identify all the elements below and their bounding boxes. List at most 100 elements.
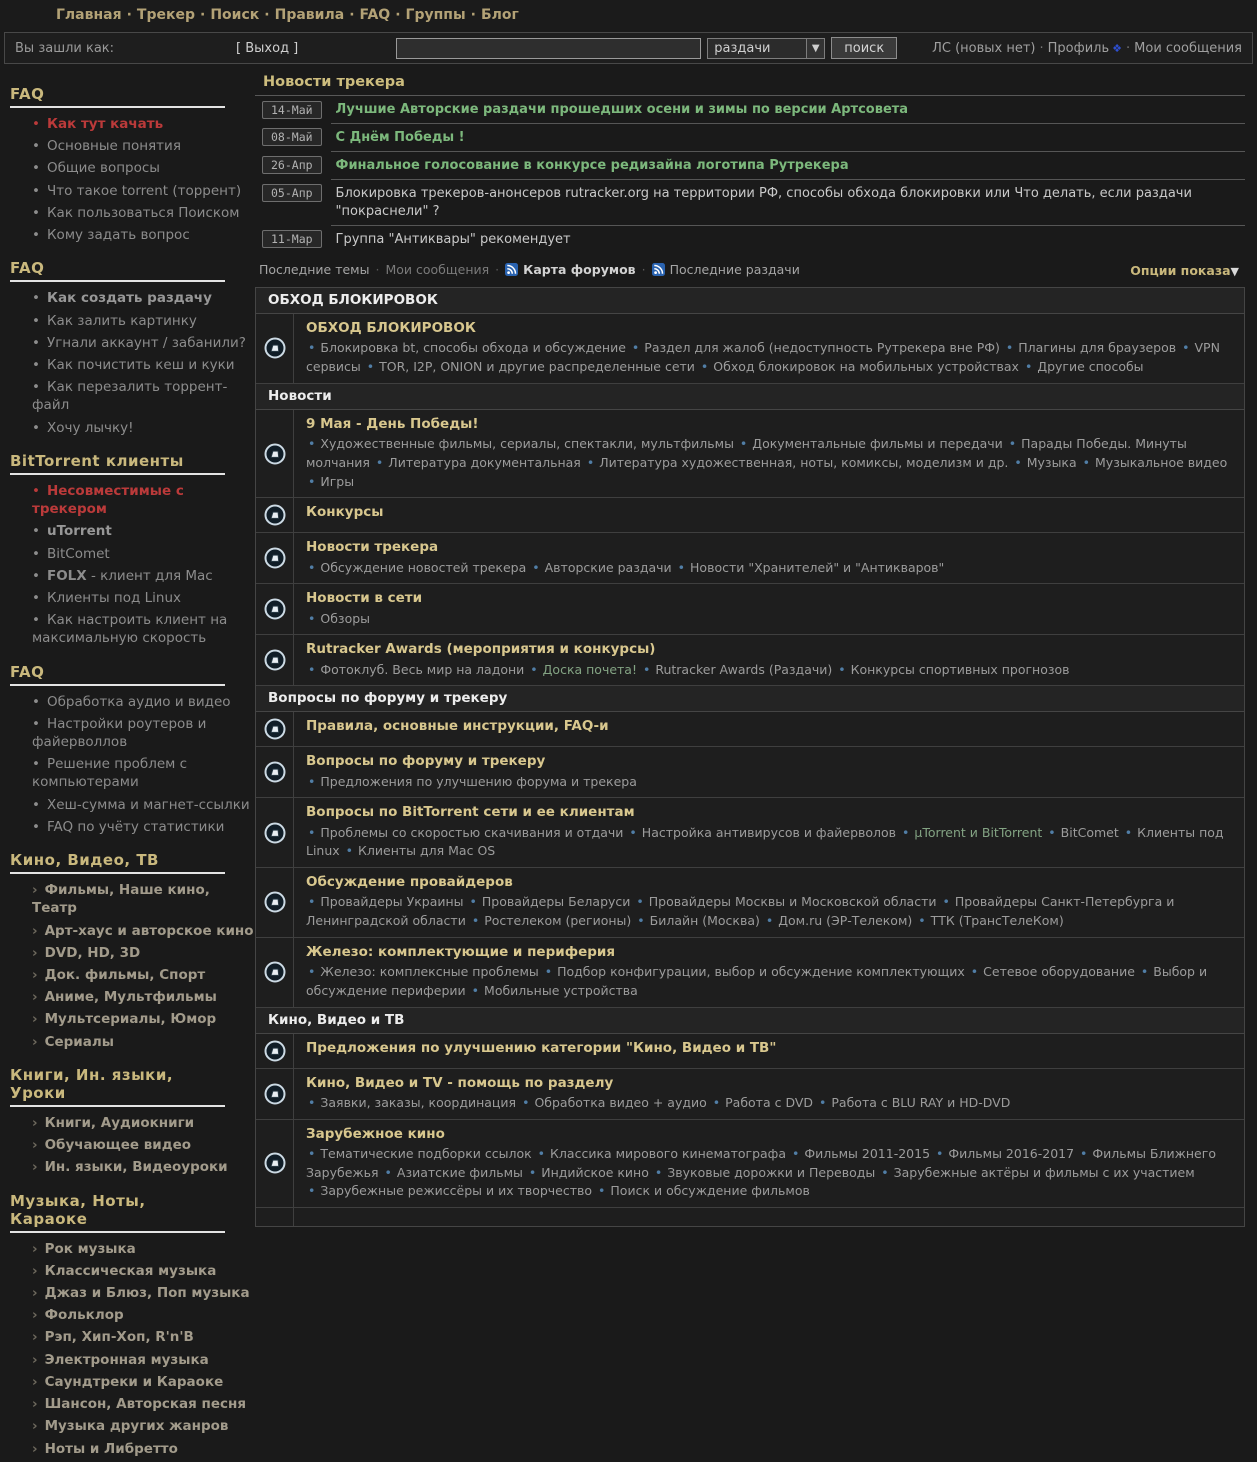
search-input[interactable] [396,38,701,59]
sidebar-link[interactable]: Сериалы [45,1034,114,1050]
subforum-link[interactable]: Документальные фильмы и передачи [752,436,1003,451]
sidebar-link[interactable]: Как настроить клиент на максимальную ско… [32,612,227,646]
sidebar-link[interactable]: uTorrent [47,523,112,539]
sidebar-link[interactable]: Книги, Аудиокниги [45,1115,195,1131]
forum-link[interactable]: Обсуждение провайдеров [306,874,513,890]
subforum-link[interactable]: Работа с DVD [725,1095,813,1110]
search-button[interactable]: поиск [831,37,897,59]
forum-link[interactable]: Предложения по улучшению категории "Кино… [306,1040,776,1056]
subforum-link[interactable]: Железо: комплексные проблемы [320,964,538,979]
subforum-link[interactable]: Ростелеком (регионы) [484,913,631,928]
subforum-link[interactable]: Дом.ru (ЭР-Телеком) [778,913,912,928]
sidebar-link[interactable]: Шансон, Авторская песня [45,1396,246,1412]
subforum-link[interactable]: Новости "Хранителей" и "Антикваров" [690,560,944,575]
profile-link[interactable]: Профиль [1048,41,1110,56]
subforum-link[interactable]: Азиатские фильмы [397,1165,523,1180]
sidebar-link[interactable]: BitComet [47,546,110,562]
subforum-link[interactable]: Музыка [1027,455,1077,470]
top-nav-link[interactable]: Трекер [137,7,195,23]
sidebar-link[interactable]: Фильмы, Наше кино, Театр [32,882,210,916]
subforum-link[interactable]: Игры [320,474,354,489]
top-nav-link[interactable]: Группы [406,7,466,23]
sidebar-link[interactable]: Угнали аккаунт / забанили? [47,335,246,351]
display-options-button[interactable]: Опции показа▼ [1130,263,1239,278]
subforum-link[interactable]: Предложения по улучшению форума и трекер… [320,774,637,789]
subforum-link[interactable]: Доска почета! [543,662,637,677]
toolbar-link[interactable]: Карта форумов [523,262,635,277]
subforum-link[interactable]: Обзоры [320,611,370,626]
sidebar-link[interactable]: Док. фильмы, Спорт [45,967,206,983]
subforum-link[interactable]: Провайдеры Москвы и Московской области [649,894,937,909]
subforum-link[interactable]: Заявки, заказы, координация [320,1095,516,1110]
top-nav-link[interactable]: Блог [481,7,519,23]
my-messages-link[interactable]: Мои сообщения [1134,41,1242,56]
sidebar-link[interactable]: Как перезалить торрент-файл [32,379,227,413]
logout-link[interactable]: [ Выход ] [236,41,298,56]
sidebar-link[interactable]: Как тут качать [47,116,163,132]
toolbar-link[interactable]: Мои сообщения [385,262,489,277]
top-nav-link[interactable]: Главная [56,7,122,23]
subforum-link[interactable]: ТТК (ТрансТелеКом) [931,913,1064,928]
subforum-link[interactable]: Обход блокировок на мобильных устройства… [713,359,1019,374]
subforum-link[interactable]: BitComet [1061,825,1119,840]
sidebar-link[interactable]: Арт-хаус и авторское кино [45,923,254,939]
sidebar-link[interactable]: FAQ по учёту статистики [47,819,224,835]
forum-link[interactable]: Железо: комплектующие и периферия [306,944,615,960]
private-messages-link[interactable]: ЛС (новых нет) [932,41,1035,56]
forum-link[interactable]: Вопросы по форуму и трекеру [306,753,545,769]
sidebar-link[interactable]: Кому задать вопрос [47,227,190,243]
subforum-link[interactable]: Звуковые дорожки и Переводы [667,1165,875,1180]
subforum-link[interactable]: Настройка антивирусов и файерволов [642,825,896,840]
subforum-link[interactable]: Сетевое оборудование [983,964,1135,979]
subforum-link[interactable]: Провайдеры Украины [320,894,463,909]
sidebar-link[interactable]: Обучающее видео [45,1137,191,1153]
subforum-link[interactable]: Авторские раздачи [545,560,672,575]
top-nav-link[interactable]: Поиск [210,7,259,23]
subforum-link[interactable]: Клиенты для Mac OS [358,843,495,858]
sidebar-link[interactable]: Саундтреки и Караоке [45,1374,224,1390]
subforum-link[interactable]: Зарубежные режиссёры и их творчество [320,1183,592,1198]
forum-link[interactable]: Rutracker Awards (мероприятия и конкурсы… [306,641,655,657]
subforum-link[interactable]: Фильмы 2011-2015 [804,1146,930,1161]
forum-link[interactable]: Новости в сети [306,590,422,606]
subforum-link[interactable]: Другие способы [1037,359,1143,374]
news-link[interactable]: Блокировка трекеров-анонсеров rutracker.… [336,186,1192,220]
sidebar-link[interactable]: Обработка аудио и видео [47,694,231,710]
sidebar-link[interactable]: Классическая музыка [45,1263,217,1279]
news-link[interactable]: Финальное голосование в конкурсе редизай… [336,158,849,173]
sidebar-link[interactable]: FOLX - клиент для Mac [47,568,213,584]
sidebar-link[interactable]: Основные понятия [47,138,181,154]
subforum-link[interactable]: Билайн (Москва) [650,913,760,928]
sidebar-link[interactable]: Фольклор [45,1307,124,1323]
subforum-link[interactable]: Индийское кино [541,1165,649,1180]
forum-link[interactable]: Новости трекера [306,539,438,555]
sidebar-link[interactable]: Музыка других жанров [45,1418,229,1434]
forum-link[interactable]: Конкурсы [306,504,383,520]
subforum-link[interactable]: Тематические подборки ссылок [320,1146,531,1161]
subforum-link[interactable]: Фильмы 2016-2017 [948,1146,1074,1161]
sidebar-link[interactable]: Настройки роутеров и файерволлов [32,716,206,750]
category-header[interactable]: Новости [256,384,1244,410]
forum-link[interactable]: Вопросы по BitTorrent сети и ее клиентам [306,804,635,820]
subforum-link[interactable]: TOR, I2P, ONION и другие распределенные … [379,359,695,374]
forum-link[interactable]: ОБХОД БЛОКИРОВОК [306,320,476,336]
forum-link[interactable]: Правила, основные инструкции, FAQ-и [306,718,609,734]
forum-link[interactable]: Зарубежное кино [306,1126,445,1142]
subforum-link[interactable]: Мобильные устройства [484,983,638,998]
sidebar-link[interactable]: Как почистить кеш и куки [47,357,235,373]
subforum-link[interactable]: Проблемы со скоростью скачивания и отдач… [320,825,623,840]
forum-link[interactable]: Кино, Видео и TV - помощь по разделу [306,1075,613,1091]
subforum-link[interactable]: Поиск и обсуждение фильмов [610,1183,809,1198]
subforum-link[interactable]: µTorrent и BitTorrent [914,825,1042,840]
sidebar-link[interactable]: Джаз и Блюз, Поп музыка [45,1285,250,1301]
sidebar-link[interactable]: Несовместимые с трекером [32,483,184,517]
subforum-link[interactable]: Литература художественная, ноты, комиксы… [599,455,1008,470]
news-link[interactable]: С Днём Победы ! [336,130,465,145]
toolbar-link[interactable]: Последние темы [259,262,369,277]
sidebar-link[interactable]: Электронная музыка [45,1352,209,1368]
sidebar-link[interactable]: Рок музыка [45,1241,136,1257]
subforum-link[interactable]: Музыкальное видео [1095,455,1227,470]
search-scope-select[interactable]: раздачи ▼ [707,38,825,59]
subforum-link[interactable]: Литература документальная [388,455,581,470]
subforum-link[interactable]: Обсуждение новостей трекера [320,560,526,575]
